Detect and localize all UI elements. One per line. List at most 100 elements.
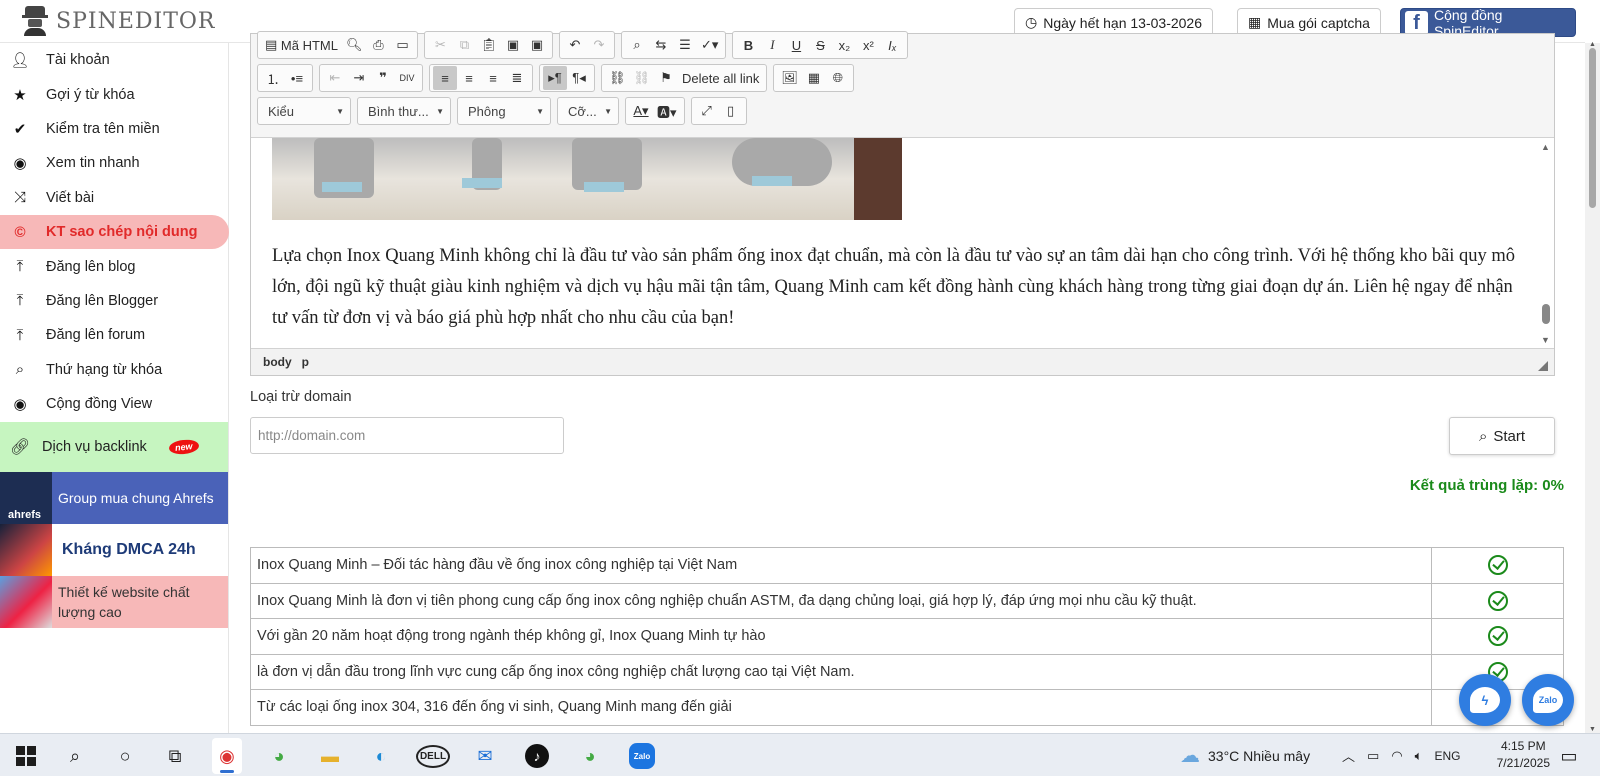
messenger-button[interactable]: ϟ xyxy=(1459,674,1511,726)
remove-format-icon[interactable]: Iₓ xyxy=(880,33,904,57)
unlink-icon[interactable]: ⛓ xyxy=(630,66,655,90)
exclude-domain-input[interactable] xyxy=(250,417,564,454)
edge-icon[interactable]: ◐ xyxy=(366,741,396,771)
undo-icon[interactable]: ↶ xyxy=(563,33,587,57)
anchor-flag-icon[interactable]: ⚑ xyxy=(654,66,678,90)
sidebar-item-3[interactable]: ◉ Xem tin nhanh xyxy=(0,146,228,180)
underline-icon[interactable]: U xyxy=(784,33,808,57)
path-p[interactable]: p xyxy=(302,355,309,369)
subscript-icon[interactable]: x₂ xyxy=(832,33,856,57)
path-body[interactable]: body xyxy=(263,355,292,369)
scroll-up-icon[interactable]: ▲ xyxy=(1589,41,1596,48)
task-view-icon[interactable]: ⧉ xyxy=(160,741,190,771)
format-select[interactable]: Bình thư... ▼ xyxy=(357,97,451,125)
align-left-icon[interactable]: ≡ xyxy=(433,66,457,90)
sidebar-item-6[interactable]: ⤒ Đăng lên blog xyxy=(0,249,228,283)
align-justify-icon[interactable]: ≣ xyxy=(505,66,529,90)
show-blocks-icon[interactable]: ▯ xyxy=(719,99,743,123)
sidebar-item-9[interactable]: ⌕ Thứ hạng từ khóa xyxy=(0,353,228,387)
blockquote-icon[interactable]: ❞ xyxy=(371,66,395,90)
page-scroll-thumb[interactable] xyxy=(1589,48,1596,208)
cortana-icon[interactable]: ○ xyxy=(110,741,140,771)
sidebar-item-8[interactable]: ⤒ Đăng lên forum xyxy=(0,318,228,352)
preview-icon[interactable]: 🔍︎ xyxy=(342,33,367,57)
windows-start-icon[interactable] xyxy=(16,746,36,766)
scroll-down-icon[interactable]: ▼ xyxy=(1541,335,1550,345)
editor-content[interactable]: Lựa chọn Inox Quang Minh không chỉ là đầ… xyxy=(251,138,1554,347)
rtl-icon[interactable]: ¶◂ xyxy=(567,66,591,90)
coccoc-profile-icon[interactable]: ◕ xyxy=(575,741,605,771)
font-select[interactable]: Phông ▼ xyxy=(457,97,551,125)
chevron-up-icon[interactable]: ︿ xyxy=(1342,746,1355,765)
copy-icon[interactable]: ⧉ xyxy=(452,33,476,57)
start-button[interactable]: ⌕ Start xyxy=(1449,417,1555,455)
bg-color-icon[interactable]: 🅰︎▾ xyxy=(653,99,681,123)
coccoc-icon[interactable]: ◕ xyxy=(264,741,294,771)
cut-icon[interactable]: ✂ xyxy=(428,33,452,57)
replace-icon[interactable]: ⇆ xyxy=(649,33,673,57)
sidebar-item-7[interactable]: ⤒ Đăng lên Blogger xyxy=(0,284,228,318)
volume-icon[interactable]: 🔈︎ xyxy=(1415,748,1423,764)
notification-icon[interactable]: ▭ xyxy=(1554,741,1584,771)
strike-icon[interactable]: S xyxy=(808,33,832,57)
div-icon[interactable]: DIV xyxy=(395,66,419,90)
dell-icon[interactable]: DELL xyxy=(415,741,451,771)
file-explorer-icon[interactable]: ▬ xyxy=(315,741,345,771)
numbered-list-icon[interactable]: ⒈ xyxy=(261,66,285,90)
bold-icon[interactable]: B xyxy=(736,33,760,57)
sidebar-item-2[interactable]: ✔ Kiểm tra tên miền xyxy=(0,112,228,146)
redo-icon[interactable]: ↷ xyxy=(587,33,611,57)
sidebar-item-0[interactable]: 👤︎ Tài khoản xyxy=(0,43,228,77)
styles-select[interactable]: Kiểu ▼ xyxy=(257,97,351,125)
align-center-icon[interactable]: ≡ xyxy=(457,66,481,90)
editor-scroll-thumb[interactable] xyxy=(1542,304,1550,324)
promo-dmca[interactable]: Kháng DMCA 24h xyxy=(0,524,228,577)
zalo-app-icon[interactable]: Zalo xyxy=(627,741,657,771)
weather-widget[interactable]: ☁ 33°C Nhiều mây xyxy=(1180,734,1310,777)
find-icon[interactable]: ⌕ xyxy=(625,33,649,57)
select-all-icon[interactable]: ☰ xyxy=(673,33,697,57)
image-icon[interactable]: 🖼︎ xyxy=(777,66,802,90)
paste-word-icon[interactable]: ▣ xyxy=(525,33,549,57)
wifi-icon[interactable]: ◠ xyxy=(1391,748,1402,764)
scroll-down-icon[interactable]: ▼ xyxy=(1589,726,1596,733)
table-icon[interactable]: ▦ xyxy=(802,66,826,90)
italic-icon[interactable]: I xyxy=(760,33,784,57)
text-color-icon[interactable]: A▾ xyxy=(629,99,653,123)
print-icon[interactable]: ⎙ xyxy=(366,33,390,57)
mail-icon[interactable]: ✉ xyxy=(470,741,500,771)
ltr-icon[interactable]: ▸¶ xyxy=(543,66,567,90)
paste-icon[interactable]: 📋︎ xyxy=(476,33,501,57)
brand-logo[interactable]: SPINEDITOR xyxy=(22,6,215,36)
language-indicator[interactable]: ENG xyxy=(1434,749,1460,763)
link-icon[interactable]: ⛓ xyxy=(605,66,630,90)
spellcheck-icon[interactable]: ✓▾ xyxy=(697,33,722,57)
template-icon[interactable]: ▭ xyxy=(390,33,414,57)
editor-scrollbar[interactable]: ▲ ▼ xyxy=(1538,138,1554,347)
sidebar-item-backlink[interactable]: 🔗︎ Dịch vụ backlink new xyxy=(0,422,228,473)
taskbar-clock[interactable]: 4:15 PM 7/21/2025 xyxy=(1497,738,1550,772)
zalo-button[interactable]: Zalo xyxy=(1522,674,1574,726)
paste-text-icon[interactable]: ▣ xyxy=(501,33,525,57)
superscript-icon[interactable]: x² xyxy=(856,33,880,57)
indent-icon[interactable]: ⇥ xyxy=(347,66,371,90)
search-icon[interactable]: ⌕ xyxy=(60,741,90,771)
page-scrollbar[interactable]: ▲ ▼ xyxy=(1585,41,1600,733)
source-button[interactable]: ▤ Mã HTML xyxy=(261,33,342,57)
battery-icon[interactable]: ▭ xyxy=(1367,748,1379,764)
size-select[interactable]: Cỡ... ▼ xyxy=(557,97,619,125)
sidebar-item-1[interactable]: ★ Gợi ý từ khóa xyxy=(0,77,228,111)
maximize-icon[interactable]: ⤢ xyxy=(695,99,719,123)
resize-handle-icon[interactable] xyxy=(1538,361,1548,371)
tiktok-icon[interactable]: ♪ xyxy=(522,741,552,771)
align-right-icon[interactable]: ≡ xyxy=(481,66,505,90)
delete-all-link-button[interactable]: Delete all link xyxy=(678,66,763,90)
sidebar-item-5[interactable]: © KT sao chép nội dung xyxy=(0,214,229,250)
bullet-list-icon[interactable]: •≡ xyxy=(285,66,309,90)
sidebar-item-10[interactable]: ◉ Cộng đồng View xyxy=(0,387,228,421)
outdent-icon[interactable]: ⇤ xyxy=(323,66,347,90)
globe-icon[interactable]: 🌐︎ xyxy=(826,66,850,90)
chrome-icon[interactable]: ◉ xyxy=(212,738,242,774)
promo-web-design[interactable]: Thiết kế website chất lượng cao xyxy=(0,576,228,629)
scroll-up-icon[interactable]: ▲ xyxy=(1541,142,1550,152)
